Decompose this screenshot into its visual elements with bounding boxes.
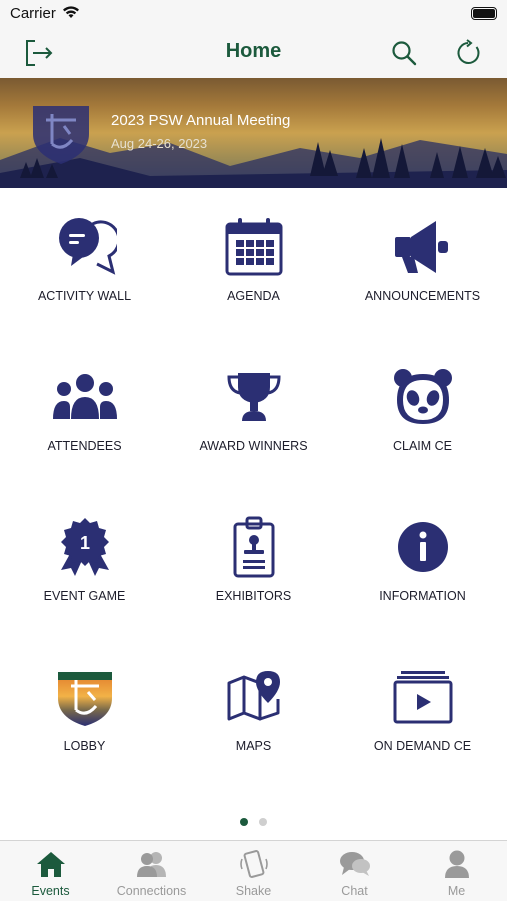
tile-exhibitors[interactable]: EXHIBITORS [169, 488, 338, 638]
svg-text:1: 1 [79, 533, 89, 553]
tile-information[interactable]: INFORMATION [338, 488, 507, 638]
page-dot-active[interactable] [240, 818, 248, 826]
event-banner[interactable]: 2023 PSW Annual Meeting Aug 24-26, 2023 [0, 78, 507, 188]
person-icon [441, 849, 473, 879]
chat-icon [339, 849, 371, 879]
page-dot[interactable] [259, 818, 267, 826]
tile-label: ON DEMAND CE [373, 739, 472, 753]
tab-label: Events [31, 884, 70, 898]
video-play-icon [389, 664, 457, 730]
feature-grid: ACTIVITY WALL AGENDA ANNOUNCEMENTS ATTEN… [0, 188, 507, 828]
tile-label: CLAIM CE [392, 439, 453, 453]
chat-bubbles-icon [51, 214, 119, 280]
tile-agenda[interactable]: AGENDA [169, 188, 338, 338]
search-icon [392, 41, 417, 66]
tile-on-demand-ce[interactable]: ON DEMAND CE [338, 638, 507, 788]
tile-award-winners[interactable]: AWARD WINNERS [169, 338, 338, 488]
tile-label: MAPS [235, 739, 272, 753]
trophy-icon [220, 364, 288, 430]
refresh-button[interactable] [452, 36, 486, 70]
status-bar: Carrier [0, 0, 507, 30]
search-button[interactable] [387, 36, 421, 70]
event-dates: Aug 24-26, 2023 [111, 136, 208, 151]
wifi-icon [62, 5, 80, 24]
psw-shield-logo [51, 664, 119, 730]
id-badge-icon [220, 514, 288, 580]
tile-label: AGENDA [227, 289, 280, 303]
panda-icon [389, 364, 457, 430]
tab-label: Shake [235, 884, 272, 898]
tab-chat[interactable]: Chat [304, 841, 405, 901]
tile-maps[interactable]: MAPS [169, 638, 338, 788]
tab-label: Chat [341, 884, 368, 898]
tile-event-game[interactable]: 1 EVENT GAME [0, 488, 169, 638]
page-title: Home [225, 40, 282, 62]
tab-label: Connections [116, 884, 187, 898]
tab-bar: Events Connections Shake Chat Me [0, 840, 507, 901]
battery-icon [471, 7, 497, 20]
ribbon-badge-icon: 1 [51, 514, 119, 580]
tab-me[interactable]: Me [406, 841, 507, 901]
megaphone-icon [389, 214, 457, 280]
house-icon [35, 849, 67, 879]
carrier-label: Carrier [10, 5, 56, 22]
map-pin-icon [220, 664, 288, 730]
tab-connections[interactable]: Connections [101, 841, 202, 901]
tile-lobby[interactable]: LOBBY [0, 638, 169, 788]
tile-label: ATTENDEES [47, 439, 122, 453]
psw-shield-logo [33, 106, 89, 164]
tile-activity-wall[interactable]: ACTIVITY WALL [0, 188, 169, 338]
tile-label: EVENT GAME [43, 589, 126, 603]
tile-label: INFORMATION [379, 589, 466, 603]
info-icon [389, 514, 457, 580]
tile-label: ANNOUNCEMENTS [364, 289, 481, 303]
tile-announcements[interactable]: ANNOUNCEMENTS [338, 188, 507, 338]
tile-label: EXHIBITORS [215, 589, 292, 603]
tile-label: LOBBY [63, 739, 106, 753]
tile-claim-ce[interactable]: CLAIM CE [338, 338, 507, 488]
tab-shake[interactable]: Shake [203, 841, 304, 901]
refresh-icon [457, 39, 480, 64]
tab-label: Me [447, 884, 466, 898]
tile-label: ACTIVITY WALL [37, 289, 132, 303]
page-indicator[interactable] [0, 818, 507, 828]
people-group-icon [51, 364, 119, 430]
tile-label: AWARD WINNERS [199, 439, 308, 453]
phone-shake-icon [238, 849, 270, 879]
contacts-icon [136, 849, 168, 879]
event-title: 2023 PSW Annual Meeting [111, 112, 291, 129]
calendar-icon [220, 214, 288, 280]
navigation-bar: Home [0, 30, 507, 78]
tile-attendees[interactable]: ATTENDEES [0, 338, 169, 488]
tab-events[interactable]: Events [0, 841, 101, 901]
